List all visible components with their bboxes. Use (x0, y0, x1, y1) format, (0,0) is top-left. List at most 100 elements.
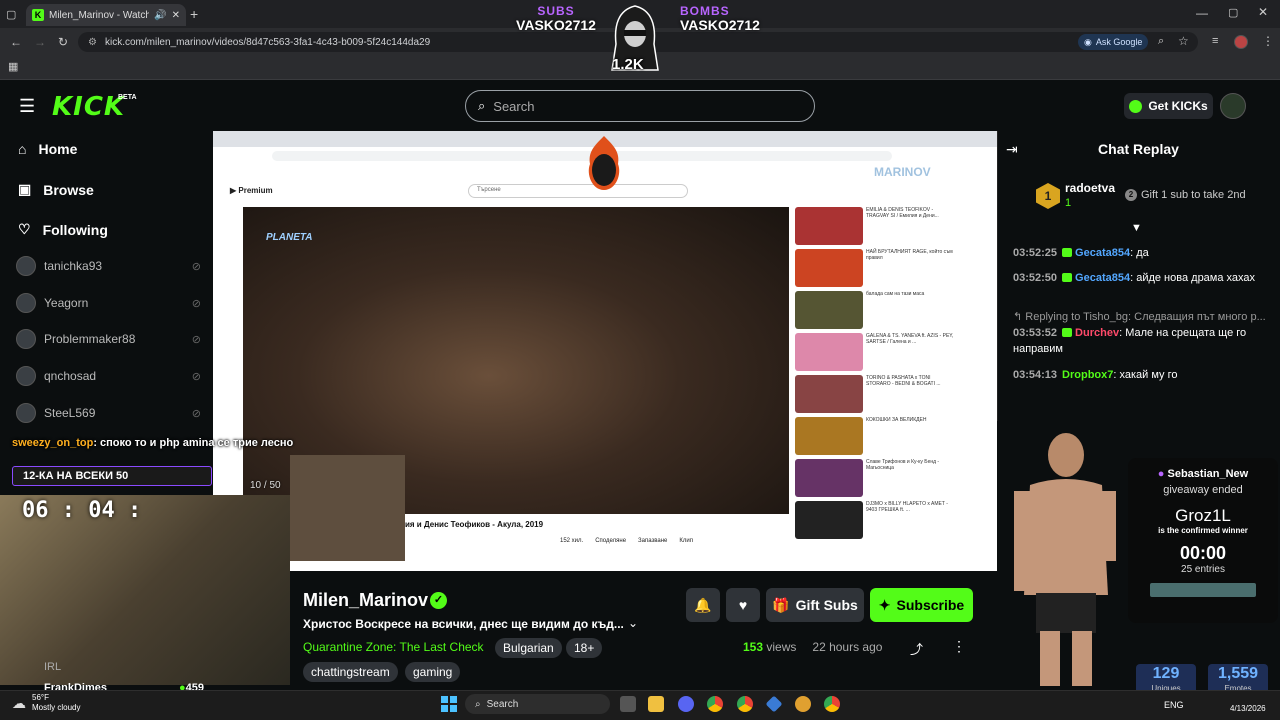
sidebar-channel[interactable]: Yeagorn ⊘ (16, 293, 201, 313)
verified-icon: ✓ (430, 592, 447, 609)
yt-actions: 152 хил. Споделяне Запазване Клип (560, 538, 693, 544)
giveaway-host: ● Sebastian_New (1128, 468, 1278, 480)
yt-side-title: TORINO & PASHATA x TONI STORARO - BEDNI … (866, 375, 941, 387)
tab-search-icon[interactable]: ▢ (6, 8, 16, 21)
file-explorer-icon[interactable] (648, 696, 664, 712)
channel-name: Yeagorn (44, 296, 89, 310)
pinned-icon[interactable]: ▼ (1131, 222, 1142, 234)
rating-tag: 18+ (566, 638, 603, 658)
app-bell-icon[interactable] (795, 696, 811, 712)
get-kicks-label: Get KICKs (1148, 99, 1208, 113)
yt-side-item: НАЙ БРУТАЛНИЯТ RAGE, който съм правил (795, 249, 955, 287)
more-options-icon[interactable]: ⋮ (952, 638, 966, 655)
forward-icon[interactable]: → (34, 35, 46, 49)
streamer-name[interactable]: Milen_Marinov (303, 590, 428, 611)
sidebar-channel[interactable]: SteeL569 ⊘ (16, 403, 201, 423)
chat-username[interactable]: Dropbox7 (1062, 369, 1113, 381)
site-info-icon[interactable]: ⚙ (88, 37, 97, 48)
windows-start-icon[interactable] (441, 696, 457, 712)
fire-mascot-icon (584, 134, 624, 192)
ask-google-button[interactable]: ◉ Ask Google (1078, 34, 1149, 50)
media-control-icon[interactable]: ≡ (1212, 35, 1218, 47)
notification-bell-button[interactable]: 🔔 (686, 588, 720, 622)
taskbar-search-label: Search (486, 698, 519, 710)
giveaway-progress-bar (1150, 583, 1256, 597)
sidebar-channel[interactable]: tanichka93 ⊘ (16, 256, 201, 276)
top-gifter-user[interactable]: radoetva (1065, 181, 1115, 195)
subs-overlay: SUBS VASKO2712 (515, 4, 597, 32)
nav-following-label: Following (42, 221, 108, 238)
apps-grid-icon[interactable]: ▦ (8, 60, 18, 73)
sidebar-section-label: IRL (44, 661, 62, 673)
back-icon[interactable]: ← (10, 35, 22, 49)
overlay-chat-message: sweezy_on_top: споко то и php amina се т… (12, 437, 293, 449)
user-avatar[interactable] (1220, 93, 1246, 119)
category-link[interactable]: Quarantine Zone: The Last Check (303, 640, 484, 654)
yt-side-item: TORINO & PASHATA x TONI STORARO - BEDNI … (795, 375, 955, 413)
browser-menu-icon[interactable]: ⋮ (1262, 34, 1274, 48)
planeta-logo: PLANETA (266, 232, 313, 243)
overlay-chat-text: : споко то и php amina се трие лесно (93, 437, 294, 449)
goal-label: 12-КА НА ВСЕКИ 50 (23, 470, 129, 482)
speaker-icon[interactable]: 🔊 (154, 10, 166, 21)
expand-title-icon[interactable]: ⌄ (628, 616, 638, 630)
gift-prompt[interactable]: 2 Gift 1 sub to take 2nd (1125, 189, 1246, 201)
follow-heart-button[interactable]: ♥ (726, 588, 760, 622)
subscribe-button[interactable]: ✦ Subscribe (870, 588, 973, 622)
tag-gaming[interactable]: gaming (405, 662, 461, 682)
get-kicks-button[interactable]: Get KICKs (1124, 93, 1213, 119)
channel-name: Problemmaker88 (44, 332, 136, 346)
yt-side-item: КОКОШКИ ЗА ВЕЛИКДЕН (795, 417, 955, 455)
minimize-icon[interactable]: — (1196, 6, 1208, 20)
nav-browse[interactable]: ▣ Browse (18, 181, 94, 198)
reload-icon[interactable]: ↻ (58, 35, 68, 49)
yt-clip: Клип (679, 538, 693, 544)
close-window-icon[interactable]: ✕ (1258, 5, 1268, 19)
taskbar-search-icon: ⌕ (475, 698, 481, 710)
share-icon[interactable]: ⤴ (910, 639, 923, 658)
nav-following[interactable]: ♡ Following (18, 221, 108, 238)
kick-logo[interactable]: KICK (52, 92, 125, 122)
gift-subs-label: Gift Subs (795, 597, 858, 613)
task-view-icon[interactable] (620, 696, 636, 712)
giveaway-winner-note: is the confirmed winner (1158, 526, 1248, 535)
youtube-premium-logo: ▶ Premium (230, 186, 273, 195)
hamburger-menu-icon[interactable]: ☰ (19, 96, 35, 117)
language-indicator[interactable]: ENG (1164, 700, 1184, 710)
tag-chattingstream[interactable]: chattingstream (303, 662, 398, 682)
search-input[interactable]: ⌕ Search (465, 90, 815, 122)
chrome-icon[interactable] (707, 696, 723, 712)
chat-username[interactable]: Gecata854 (1075, 247, 1130, 259)
webcam-overlay (290, 455, 405, 561)
browser-tab[interactable]: K Milen_Marinov - Watch the 🔊 ✕ (26, 4, 186, 26)
gift-subs-button[interactable]: 🎁 Gift Subs (766, 588, 864, 622)
chat-username[interactable]: Gecata854 (1075, 272, 1130, 284)
goal-bar: 12-КА НА ВСЕКИ 50 (12, 466, 212, 486)
bookmark-star-icon[interactable]: ☆ (1178, 34, 1189, 48)
windows-taskbar (0, 690, 1280, 720)
profile-avatar[interactable] (1234, 35, 1248, 49)
sidebar-channel[interactable]: qnchosad ⊘ (16, 366, 201, 386)
view-stats: 153 views 22 hours ago (743, 640, 882, 654)
discord-icon[interactable] (678, 696, 694, 712)
stream-age: 22 hours ago (812, 640, 883, 654)
sidebar-channel[interactable]: Problemmaker88 ⊘ (16, 329, 201, 349)
chat-message: 03:52:50 Gecata854: айде нова драма хахах (1013, 270, 1268, 286)
yt-search-box: Търсене (468, 184, 688, 198)
chat-message: 03:53:52 Durchev: Мале на срещата ще го н… (1013, 325, 1268, 357)
chrome-icon-3[interactable] (824, 696, 840, 712)
nav-home[interactable]: ⌂ Home (18, 141, 77, 157)
giveaway-panel: ● Sebastian_New giveaway ended Groz1L is… (1128, 458, 1278, 623)
language-tag[interactable]: Bulgarian (495, 638, 562, 658)
new-tab-button[interactable]: + (190, 6, 198, 22)
chrome-icon-2[interactable] (737, 696, 753, 712)
weather-widget[interactable]: ☁ 56°F Mostly cloudy (12, 693, 80, 713)
offline-icon: ⊘ (191, 407, 201, 420)
taskbar-search[interactable]: ⌕ Search (465, 694, 610, 714)
taskbar-date[interactable]: 4/13/2026 (1230, 704, 1266, 713)
maximize-icon[interactable]: ▢ (1228, 6, 1238, 19)
heart-icon: ♡ (18, 221, 31, 237)
tab-close-icon[interactable]: ✕ (172, 10, 180, 21)
zoom-icon[interactable]: ⌕ (1158, 35, 1164, 48)
chat-username[interactable]: Durchev (1075, 327, 1119, 339)
